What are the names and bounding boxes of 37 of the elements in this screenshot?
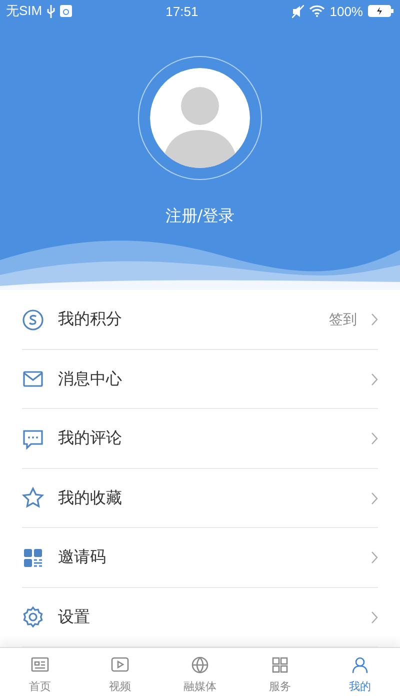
avatar-icon[interactable]: [150, 68, 250, 168]
tab[interactable]: 服务: [240, 648, 320, 700]
notification-icon: [60, 5, 72, 17]
chevron-right-icon: [371, 610, 378, 624]
chevron-right-icon: [371, 372, 378, 386]
chevron-right-icon: [371, 492, 378, 505]
menu-item[interactable]: 设置: [0, 588, 400, 647]
chevron-right-icon: [371, 432, 378, 446]
newspaper-icon: [30, 654, 50, 674]
menu-item[interactable]: 我的收藏: [0, 468, 400, 528]
tab[interactable]: 视频: [80, 648, 160, 700]
grid-icon: [270, 654, 290, 674]
chevron-right-icon: [371, 313, 378, 326]
usb-icon: [47, 4, 56, 18]
wifi-icon: [308, 5, 325, 17]
carrier-text: 无SIM: [6, 2, 42, 20]
tab[interactable]: 融媒体: [160, 648, 240, 700]
chat-bubble-icon: [22, 428, 44, 450]
battery-text: 100%: [330, 4, 363, 18]
battery-icon: [368, 5, 394, 17]
globe-icon: [190, 654, 210, 674]
menu-item[interactable]: 消息中心: [0, 350, 400, 409]
check-in-text: 签到: [329, 310, 357, 329]
qr-code-icon: [22, 546, 44, 569]
menu-item[interactable]: 我的评论: [0, 409, 400, 468]
tab[interactable]: 我的: [320, 648, 400, 700]
play-icon: [110, 654, 130, 674]
clock-text: 17:51: [166, 4, 198, 18]
tab[interactable]: 首页: [0, 648, 80, 700]
chevron-right-icon: [371, 551, 378, 564]
menu-item[interactable]: 我的积分 签到: [0, 290, 400, 350]
person-icon: [350, 654, 370, 674]
mute-icon: [292, 4, 304, 18]
coin-icon: [22, 308, 44, 331]
gear-icon: [22, 606, 44, 628]
star-icon: [22, 487, 44, 510]
menu-item[interactable]: 邀请码: [0, 528, 400, 588]
